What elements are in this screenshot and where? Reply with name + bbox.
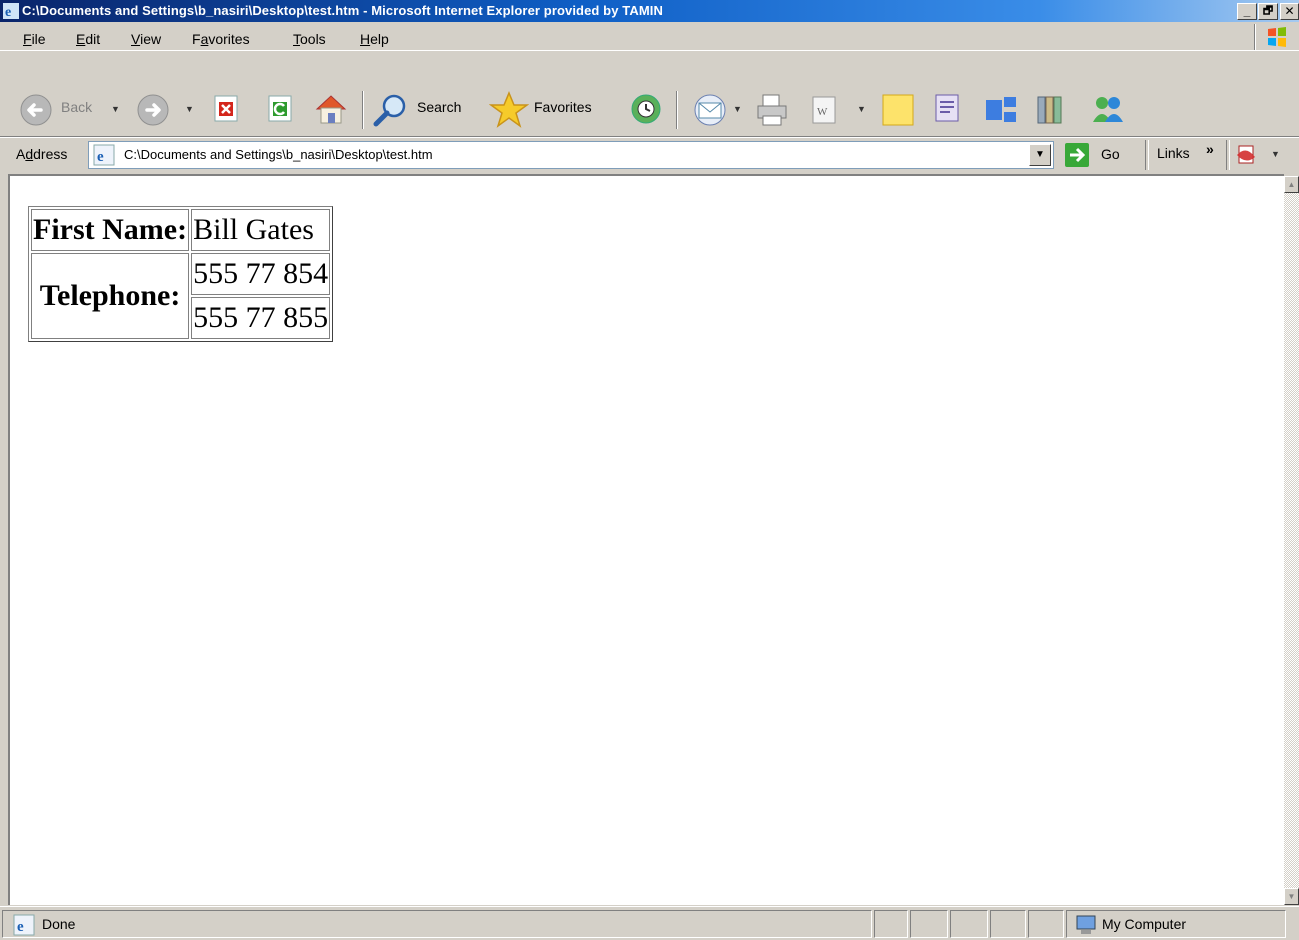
messenger-icon[interactable] [1088, 92, 1128, 128]
svg-text:e: e [17, 919, 24, 935]
close-button[interactable]: ✕ [1280, 3, 1299, 20]
history-icon[interactable] [628, 92, 664, 126]
resize-grip[interactable] [1287, 922, 1297, 936]
back-button-label[interactable]: Back [61, 99, 92, 115]
status-panel [1028, 910, 1064, 938]
stop-icon[interactable] [212, 94, 242, 124]
page-ie-icon: e [93, 144, 115, 166]
library-icon[interactable] [1034, 92, 1072, 128]
telephone-label: Telephone: [31, 253, 190, 339]
favorites-star-icon[interactable] [489, 90, 529, 130]
svg-text:W: W [817, 106, 828, 118]
home-icon[interactable] [313, 92, 349, 126]
acrobat-icon[interactable] [1235, 143, 1261, 167]
toolbar-separator [1145, 140, 1149, 170]
links-chevron[interactable]: » [1206, 141, 1214, 157]
mail-icon[interactable] [692, 92, 732, 128]
table-row: Telephone: 555 77 854 [31, 253, 331, 339]
status-panel [874, 910, 908, 938]
vertical-scrollbar[interactable] [1284, 176, 1299, 905]
windows-logo [1254, 24, 1299, 50]
acrobat-dropdown-icon[interactable]: ▼ [1271, 149, 1280, 159]
status-text: Done [42, 916, 76, 932]
minimize-button[interactable]: _ [1237, 3, 1257, 20]
menu-tools[interactable]: Tools [293, 31, 326, 47]
status-panel [2, 910, 872, 938]
telephone-value-1: 555 77 854 [191, 253, 331, 295]
refresh-icon[interactable] [266, 94, 296, 124]
forward-icon[interactable] [136, 93, 170, 127]
table-row: First Name: Bill Gates [31, 209, 331, 251]
menu-help[interactable]: Help [360, 31, 389, 47]
title-bar[interactable]: e C:\Documents and Settings\b_nasiri\Des… [0, 0, 1299, 22]
address-dropdown-button[interactable]: ▼ [1029, 144, 1051, 166]
window-title: C:\Documents and Settings\b_nasiri\Deskt… [22, 3, 663, 18]
menu-file[interactable]: File [23, 31, 46, 47]
first-name-value: Bill Gates [191, 209, 331, 251]
toolbar-separator [362, 91, 364, 129]
toolbar-separator [676, 91, 678, 129]
status-panel [990, 910, 1026, 938]
print-icon[interactable] [754, 92, 790, 128]
back-dropdown-icon[interactable]: ▼ [111, 104, 120, 114]
my-computer-icon [1076, 915, 1096, 934]
menu-view[interactable]: View [131, 31, 161, 47]
go-button[interactable]: Go [1101, 146, 1120, 162]
page-done-icon: e [13, 914, 35, 936]
back-icon[interactable] [19, 93, 53, 127]
menu-favorites[interactable]: Favorites [192, 31, 250, 47]
address-url[interactable]: C:\Documents and Settings\b_nasiri\Deskt… [124, 147, 433, 162]
links-button[interactable]: Links [1157, 145, 1190, 161]
ie-logo-icon: e [3, 3, 19, 19]
mail-dropdown-icon[interactable]: ▼ [733, 104, 742, 114]
svg-text:e: e [5, 5, 11, 19]
scroll-down-button[interactable]: ▼ [1284, 888, 1299, 905]
address-label: Address [16, 146, 68, 162]
toolbar-separator [1226, 140, 1230, 170]
status-panel [910, 910, 948, 938]
windows-flag-icon [1268, 27, 1286, 47]
contact-table: First Name: Bill Gates Telephone: 555 77… [28, 206, 334, 342]
edit-dropdown-icon[interactable]: ▼ [857, 104, 866, 114]
search-icon[interactable] [371, 92, 411, 128]
search-button-label[interactable]: Search [417, 99, 461, 115]
first-name-label: First Name: [31, 209, 190, 251]
telephone-value-2: 555 77 855 [191, 297, 331, 339]
note-icon[interactable] [880, 92, 918, 128]
svg-text:e: e [97, 149, 104, 165]
forward-dropdown-icon[interactable]: ▼ [185, 104, 194, 114]
scroll-up-button[interactable]: ▲ [1284, 176, 1299, 193]
research-icon[interactable] [930, 92, 968, 128]
favorites-button-label[interactable]: Favorites [534, 99, 592, 115]
status-panel [950, 910, 988, 938]
edit-word-icon[interactable]: W [808, 94, 842, 126]
go-arrow-icon[interactable] [1063, 141, 1093, 169]
maximize-button[interactable]: 🗗 [1258, 3, 1278, 20]
security-zone-text: My Computer [1102, 916, 1187, 932]
menu-edit[interactable]: Edit [76, 31, 100, 47]
share-icon[interactable] [983, 94, 1021, 128]
